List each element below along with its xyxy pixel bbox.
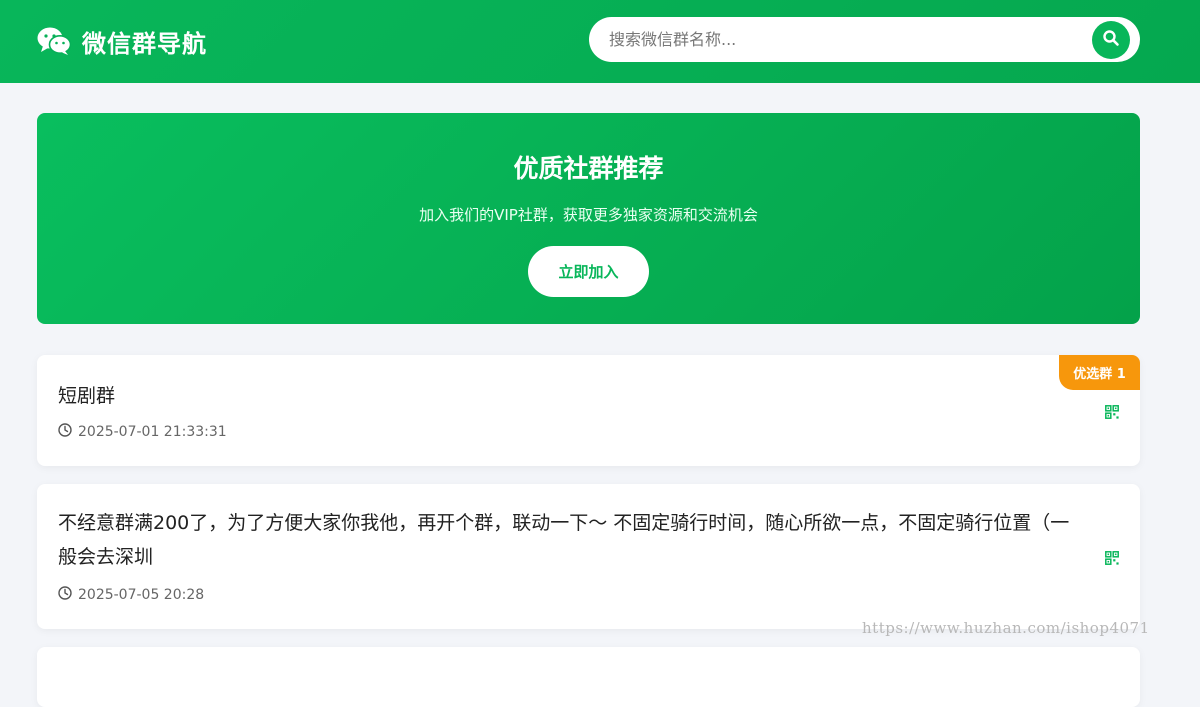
group-time: 2025-07-01 21:33:31 [58, 423, 227, 441]
group-card[interactable]: 不经意群满200了，为了方便大家你我他，再开个群，联动一下～ 不固定骑行时间，随… [37, 484, 1140, 629]
group-title[interactable]: 短剧群 [58, 381, 115, 408]
qrcode-icon[interactable] [1105, 550, 1119, 569]
qrcode-icon[interactable] [1105, 404, 1119, 423]
clock-icon [58, 586, 78, 604]
clock-icon [58, 423, 78, 441]
group-title[interactable]: 不经意群满200了，为了方便大家你我他，再开个群，联动一下～ 不固定骑行时间，随… [58, 506, 1088, 574]
group-time: 2025-07-05 20:28 [58, 586, 204, 604]
brand-name: 微信群导航 [82, 29, 207, 58]
search-input[interactable] [609, 24, 1079, 54]
top-header: 微信群导航 [0, 0, 1200, 83]
group-card[interactable] [37, 647, 1140, 707]
join-now-button[interactable]: 立即加入 [528, 246, 649, 297]
group-card[interactable]: 短剧群 2025-07-01 21:33:31 优选群 1 [37, 355, 1140, 466]
group-time-text: 2025-07-05 20:28 [78, 587, 205, 603]
search-icon [1102, 29, 1120, 51]
banner-title: 优质社群推荐 [513, 154, 664, 183]
vip-banner: 优质社群推荐 加入我们的VIP社群，获取更多独家资源和交流机会 立即加入 [37, 113, 1140, 324]
search-bar [589, 17, 1140, 62]
wechat-icon [37, 27, 71, 55]
brand-logo[interactable]: 微信群导航 [37, 22, 207, 60]
banner-subtitle: 加入我们的VIP社群，获取更多独家资源和交流机会 [419, 206, 758, 224]
watermark: https://www.huzhan.com/ishop4071 [862, 619, 1150, 637]
search-button[interactable] [1092, 21, 1130, 59]
featured-badge: 优选群 1 [1059, 355, 1140, 390]
group-time-text: 2025-07-01 21:33:31 [78, 424, 227, 440]
